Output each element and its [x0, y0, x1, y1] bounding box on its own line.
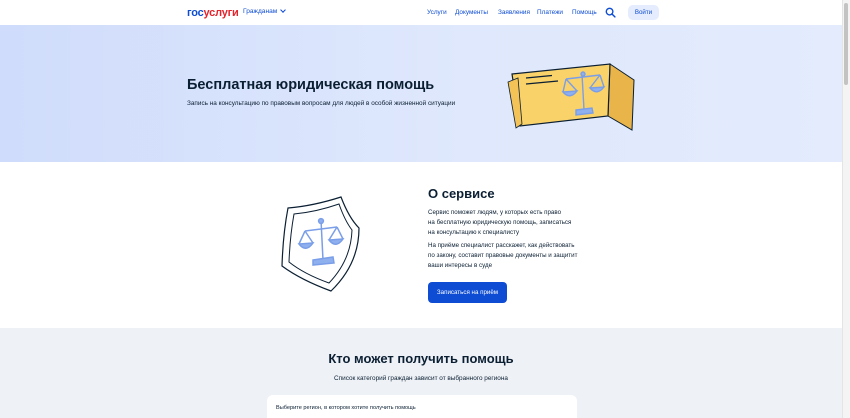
- book-appointment-button[interactable]: Записаться на приём: [428, 282, 507, 303]
- region-select-label: Выберите регион, в котором хотите получи…: [276, 405, 416, 411]
- search-icon[interactable]: [605, 7, 616, 18]
- top-header: госуслуги Гражданам Услуги Документы Зая…: [0, 0, 842, 25]
- chevron-down-icon: [280, 7, 287, 13]
- page-title: Бесплатная юридическая помощь: [187, 77, 435, 93]
- nav-help[interactable]: Помощь: [572, 9, 597, 16]
- nav-services[interactable]: Услуги: [427, 9, 447, 16]
- page-subtitle: Запись на консультацию по правовым вопро…: [187, 100, 456, 107]
- about-title: О сервисе: [428, 186, 495, 201]
- who-section-subtitle: Список категорий граждан зависит от выбр…: [334, 375, 508, 382]
- nav-documents[interactable]: Документы: [455, 9, 488, 16]
- login-button[interactable]: Войти: [628, 5, 659, 20]
- citizens-menu[interactable]: Гражданам: [243, 7, 287, 15]
- nav-payments[interactable]: Платежи: [537, 9, 563, 16]
- about-paragraph-2: На приёме специалист расскажет, как дейс…: [428, 242, 578, 269]
- about-paragraph-1: Сервис поможет людям, у которых есть пра…: [428, 209, 572, 236]
- who-section-title: Кто может получить помощь: [328, 351, 514, 366]
- hero-banner: [0, 25, 842, 162]
- about-service-section: [0, 162, 842, 328]
- scrollbar-thumb[interactable]: [844, 3, 848, 85]
- gosuslugi-logo[interactable]: госуслуги: [187, 7, 239, 19]
- shield-scales-illustration: [281, 196, 360, 292]
- legal-scales-sign-illustration: [507, 63, 635, 131]
- citizens-menu-label: Гражданам: [243, 8, 278, 15]
- nav-applications[interactable]: Заявления: [498, 9, 530, 16]
